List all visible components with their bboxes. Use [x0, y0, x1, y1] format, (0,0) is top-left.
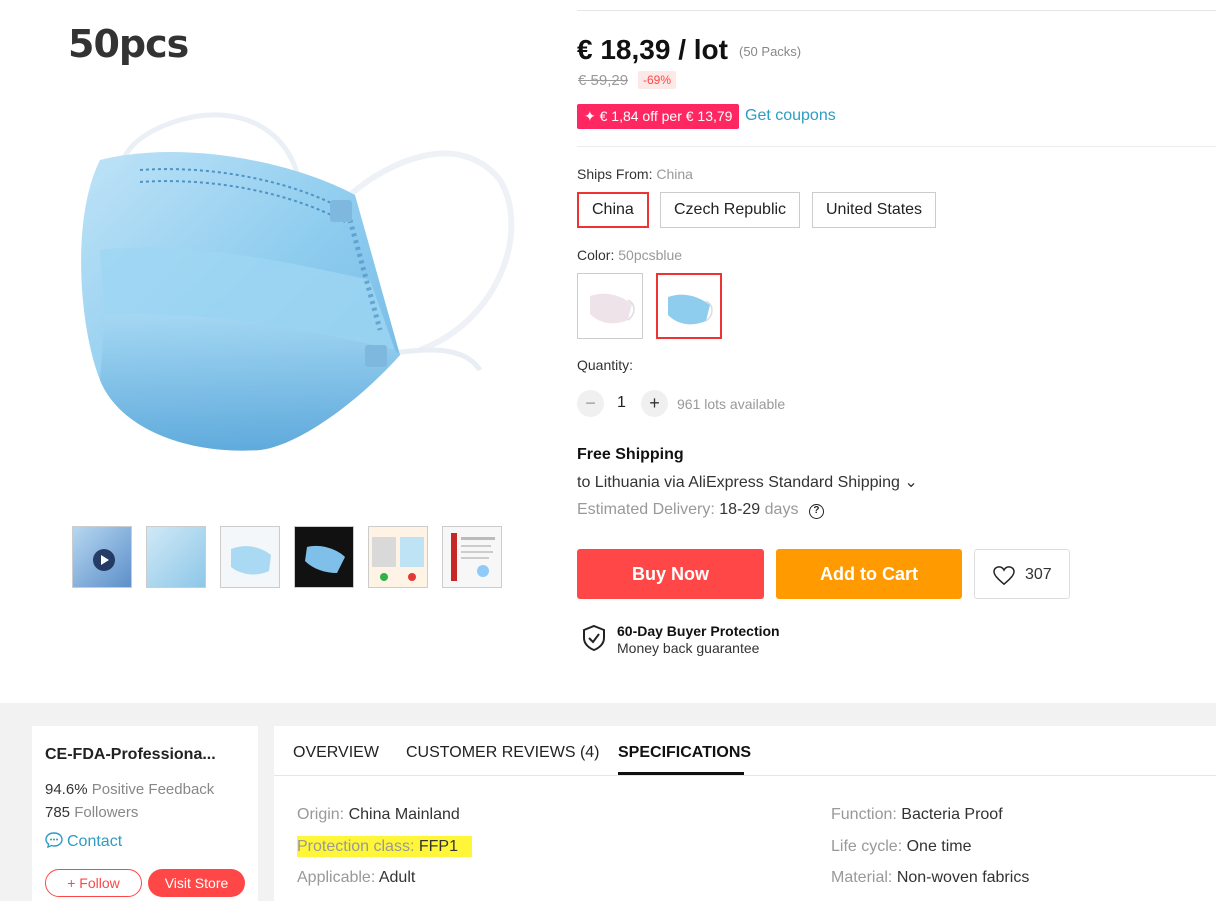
feedback-value: 94.6% — [45, 781, 88, 798]
ships-from-label: Ships From: China — [577, 166, 693, 182]
spec-protection-class: Protection class: FFP1 — [297, 836, 472, 857]
quantity-increase-button[interactable]: + — [641, 390, 668, 417]
free-shipping-title: Free Shipping — [577, 446, 684, 463]
discount-badge: -69% — [638, 71, 677, 89]
spec-key: Protection class: — [297, 838, 415, 855]
wishlist-button[interactable]: 307 — [974, 549, 1070, 599]
tab-customer-reviews[interactable]: CUSTOMER REVIEWS (4) — [406, 744, 600, 762]
chat-icon — [45, 832, 63, 849]
coupon-badge: ✦ € 1,84 off per € 13,79 — [577, 104, 740, 129]
followers-label: Followers — [74, 804, 139, 821]
spec-key: Material: — [831, 869, 893, 886]
mask-thumb-icon — [231, 546, 271, 575]
quantity-value[interactable]: 1 — [617, 394, 626, 412]
color-swatch-blue[interactable] — [656, 273, 722, 339]
white-mask-icon — [590, 293, 635, 324]
add-to-cart-button[interactable]: Add to Cart — [776, 549, 962, 599]
quantity-label: Quantity: — [577, 357, 634, 373]
color-title: Color: — [577, 247, 615, 263]
eta-unit: days — [764, 501, 799, 518]
contact-label: Contact — [67, 833, 123, 850]
ships-from-title: Ships From: — [577, 166, 653, 182]
spec-key: Origin: — [297, 806, 345, 823]
main-product-image[interactable] — [60, 100, 520, 480]
spec-material: Material: Non-woven fabrics — [831, 869, 1029, 887]
get-coupons-link[interactable]: Get coupons — [745, 107, 836, 125]
thumbnail-3[interactable] — [220, 526, 280, 588]
followers-count: 785 Followers — [45, 804, 138, 821]
wishlist-count: 307 — [1025, 566, 1052, 583]
thumbnail-6[interactable] — [442, 526, 502, 588]
spec-value: Adult — [378, 869, 416, 886]
original-price: € 59,29 — [578, 72, 629, 89]
availability-text: 961 lots available — [677, 396, 786, 412]
certificate-icon — [451, 533, 495, 581]
buy-now-button[interactable]: Buy Now — [577, 549, 764, 599]
eta-label: Estimated Delivery: — [577, 501, 715, 518]
spec-key: Function: — [831, 806, 897, 823]
tab-specifications[interactable]: SPECIFICATIONS — [618, 744, 751, 762]
mask-hand-icon — [305, 545, 345, 573]
ship-option-united-states[interactable]: United States — [812, 192, 937, 228]
buyer-protection-subtitle: Money back guarantee — [617, 640, 760, 656]
followers-value: 785 — [45, 804, 71, 821]
comparison-icon — [372, 537, 424, 581]
color-value: 50pcsblue — [618, 247, 683, 263]
spec-value: One time — [906, 838, 972, 855]
thumbnail-4[interactable] — [294, 526, 354, 588]
blue-mask-icon — [668, 294, 713, 325]
tab-divider — [274, 775, 1216, 776]
visit-store-button[interactable]: Visit Store — [148, 869, 245, 897]
positive-feedback: 94.6% Positive Feedback — [45, 781, 214, 798]
feedback-label: Positive Feedback — [91, 781, 215, 798]
estimated-delivery: Estimated Delivery: 18-29 days ? — [577, 501, 824, 519]
top-divider — [577, 10, 1216, 11]
spec-value: FFP1 — [418, 838, 458, 855]
spec-key: Life cycle: — [831, 838, 903, 855]
color-swatch-white[interactable] — [577, 273, 643, 339]
heart-icon — [993, 566, 1015, 586]
shield-check-icon — [583, 624, 605, 652]
quantity-decrease-button[interactable]: − — [577, 390, 604, 417]
spec-value: Bacteria Proof — [901, 806, 1003, 823]
store-name[interactable]: CE-FDA-Professiona... — [45, 746, 216, 764]
product-watermark: 50pcs — [68, 22, 189, 66]
ship-option-china[interactable]: China — [577, 192, 649, 228]
spec-function: Function: Bacteria Proof — [831, 806, 1003, 824]
face-mask-image — [81, 112, 515, 451]
pack-count: (50 Packs) — [739, 44, 802, 59]
spec-value: China Mainland — [348, 806, 460, 823]
thumbnail-5[interactable] — [368, 526, 428, 588]
video-thumbnail[interactable] — [72, 526, 132, 588]
price: € 18,39 / lot — [577, 34, 728, 65]
spec-applicable: Applicable: Adult — [297, 869, 415, 887]
help-icon[interactable]: ? — [808, 504, 824, 519]
contact-link[interactable]: Contact — [45, 832, 122, 851]
spec-key: Applicable: — [297, 869, 376, 886]
spec-value: Non-woven fabrics — [896, 869, 1030, 886]
ships-from-value: China — [656, 166, 693, 182]
price-divider — [577, 146, 1216, 147]
follow-button[interactable]: + Follow — [45, 869, 142, 897]
eta-value: 18-29 — [719, 501, 761, 518]
thumbnail-strip — [72, 526, 502, 588]
buyer-protection-title: 60-Day Buyer Protection — [617, 623, 780, 639]
ship-option-czech-republic[interactable]: Czech Republic — [660, 192, 801, 228]
tab-overview[interactable]: OVERVIEW — [293, 744, 379, 762]
spec-origin: Origin: China Mainland — [297, 806, 460, 824]
highlighted-spec: Protection class: FFP1 — [297, 836, 472, 857]
thumbnail-2[interactable] — [146, 526, 206, 588]
shipping-method-selector[interactable]: to Lithuania via AliExpress Standard Shi… — [577, 472, 918, 492]
color-label: Color: 50pcsblue — [577, 247, 682, 263]
spec-life-cycle: Life cycle: One time — [831, 838, 972, 856]
play-icon — [93, 549, 115, 571]
